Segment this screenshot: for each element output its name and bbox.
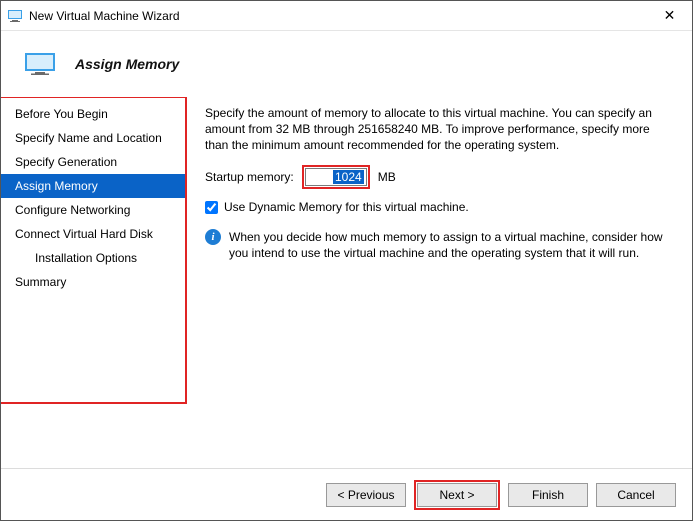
wizard-window: New Virtual Machine Wizard ✕ Assign Memo…	[0, 0, 693, 521]
startup-memory-input[interactable]: 1024	[305, 168, 367, 186]
wizard-step[interactable]: Configure Networking	[1, 198, 185, 222]
wizard-step[interactable]: Connect Virtual Hard Disk	[1, 222, 185, 246]
cancel-button[interactable]: Cancel	[596, 483, 676, 507]
close-button[interactable]: ✕	[647, 1, 692, 30]
wizard-step[interactable]: Summary	[1, 270, 185, 294]
memory-unit: MB	[378, 169, 396, 185]
vm-icon	[25, 53, 55, 75]
wizard-step[interactable]: Installation Options	[1, 246, 185, 270]
dynamic-memory-row[interactable]: Use Dynamic Memory for this virtual mach…	[205, 199, 674, 215]
wizard-step[interactable]: Assign Memory	[1, 174, 185, 198]
intro-text: Specify the amount of memory to allocate…	[205, 105, 674, 153]
info-icon: i	[205, 229, 221, 245]
dynamic-memory-checkbox[interactable]	[205, 201, 218, 214]
finish-button[interactable]: Finish	[508, 483, 588, 507]
startup-memory-highlight: 1024	[302, 165, 370, 189]
info-text: When you decide how much memory to assig…	[229, 229, 674, 261]
titlebar: New Virtual Machine Wizard ✕	[1, 1, 692, 31]
wizard-steps: Before You BeginSpecify Name and Locatio…	[1, 97, 187, 404]
window-title: New Virtual Machine Wizard	[29, 9, 647, 23]
content-pane: Specify the amount of memory to allocate…	[187, 97, 692, 468]
next-button[interactable]: Next >	[417, 483, 497, 507]
wizard-step[interactable]: Before You Begin	[1, 102, 185, 126]
wizard-footer: < Previous Next > Finish Cancel	[1, 468, 692, 520]
app-icon	[7, 8, 23, 24]
dynamic-memory-label: Use Dynamic Memory for this virtual mach…	[224, 199, 469, 215]
wizard-step[interactable]: Specify Name and Location	[1, 126, 185, 150]
next-button-highlight: Next >	[414, 480, 500, 510]
previous-button[interactable]: < Previous	[326, 483, 406, 507]
wizard-step[interactable]: Specify Generation	[1, 150, 185, 174]
page-header: Assign Memory	[1, 31, 692, 97]
page-title: Assign Memory	[75, 56, 179, 72]
startup-memory-label: Startup memory:	[205, 169, 294, 185]
